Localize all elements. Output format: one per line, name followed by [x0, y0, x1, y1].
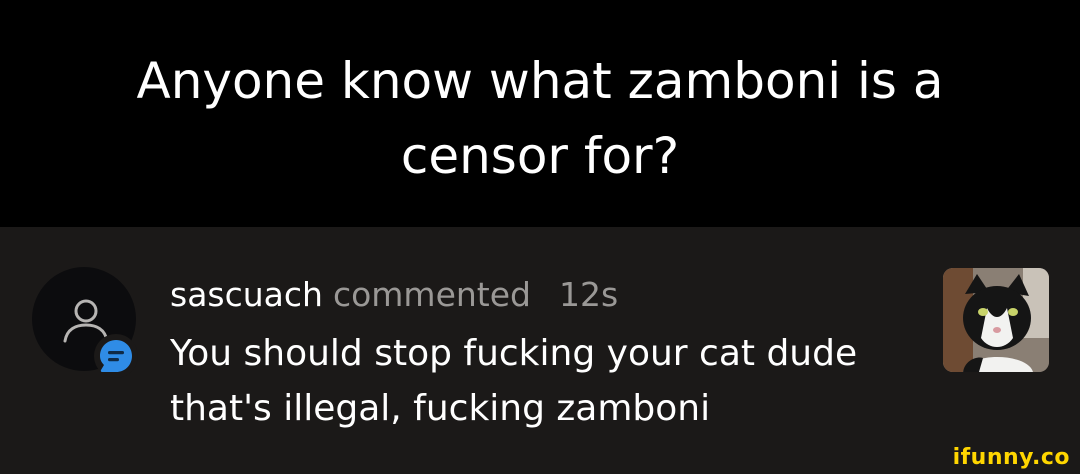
comment-text: You should stop fucking your cat dude th…	[170, 333, 858, 429]
caption-text: Anyone know what zamboni is a censor for…	[0, 44, 1080, 194]
notification-text: sascuach commented 12s You should stop fuc…	[170, 272, 930, 436]
comment-badge	[94, 334, 138, 378]
caption-banner: Anyone know what zamboni is a censor for…	[0, 0, 1080, 227]
comment-bubble-icon	[100, 340, 132, 372]
username[interactable]: sascuach	[170, 275, 323, 314]
notification-header: sascuach commented 12s	[170, 272, 930, 318]
caption-line-1: Anyone know what zamboni is a	[136, 52, 944, 110]
ifunny-watermark: ifunny.co	[952, 445, 1070, 470]
cat-photo-icon	[943, 268, 1049, 372]
timestamp: 12s	[559, 275, 619, 314]
caption-line-2: censor for?	[400, 127, 680, 185]
post-thumbnail[interactable]	[943, 268, 1049, 372]
action-label: commented	[332, 275, 531, 314]
